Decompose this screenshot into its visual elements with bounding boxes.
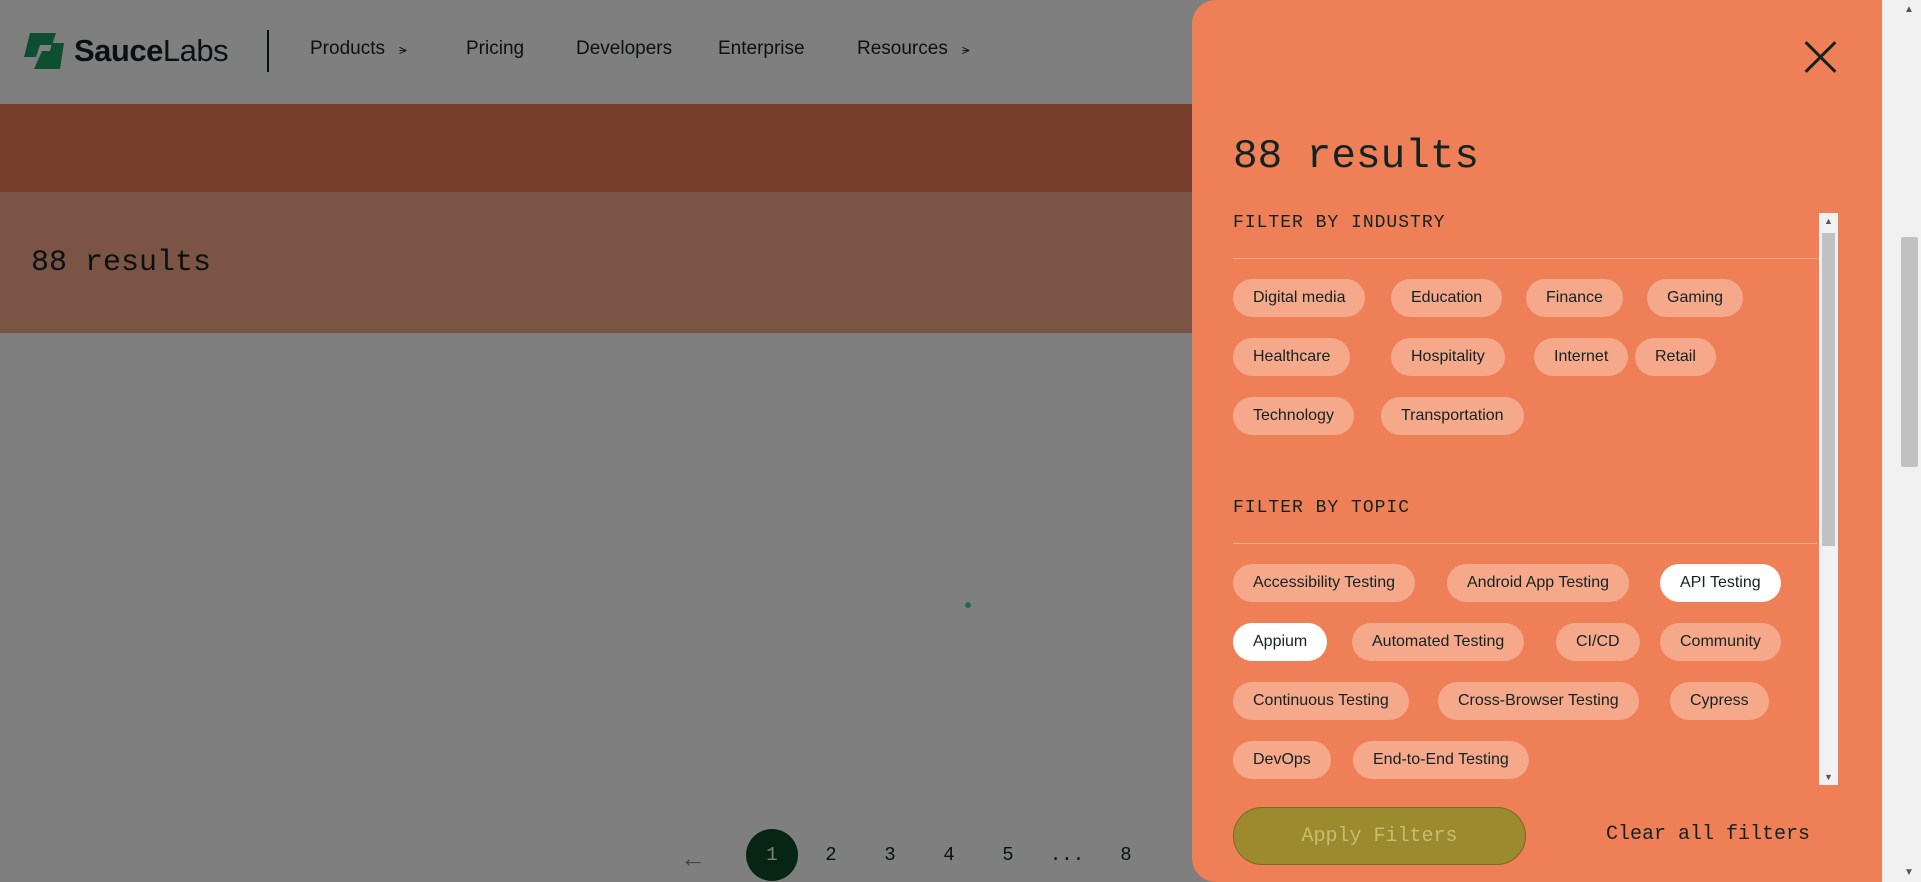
scroll-up-arrow-icon[interactable]: ▲ [1824,216,1833,226]
topic-filter-cross-browser-testing[interactable]: Cross-Browser Testing [1438,682,1639,720]
industry-filter-digital-media[interactable]: Digital media [1233,279,1366,317]
topic-filter-end-to-end-testing[interactable]: End-to-End Testing [1353,741,1529,779]
industry-filter-finance[interactable]: Finance [1526,279,1623,317]
topic-filter-accessibility-testing[interactable]: Accessibility Testing [1233,564,1415,602]
close-icon[interactable] [1804,40,1838,74]
scroll-up-arrow-icon[interactable]: ▲ [1904,4,1914,15]
topic-divider [1233,543,1817,544]
topic-filter-devops[interactable]: DevOps [1233,741,1331,779]
apply-filters-button[interactable]: Apply Filters [1233,807,1526,865]
page-scrollbar[interactable]: ▲ ▼ [1882,0,1921,882]
industry-filter-gaming[interactable]: Gaming [1647,279,1744,317]
topic-filter-appium[interactable]: Appium [1233,623,1328,661]
industry-filter-healthcare[interactable]: Healthcare [1233,338,1351,376]
topic-section-title: FILTER BY TOPIC [1233,498,1411,518]
scroll-down-arrow-icon[interactable]: ▼ [1824,772,1833,782]
industry-filter-retail[interactable]: Retail [1635,338,1716,376]
scroll-down-arrow-icon[interactable]: ▼ [1904,867,1914,878]
industry-section-title: FILTER BY INDUSTRY [1233,213,1446,233]
topic-filter-community[interactable]: Community [1660,623,1781,661]
filter-scrollbar[interactable]: ▲ ▼ [1819,213,1838,785]
topic-filter-api-testing[interactable]: API Testing [1660,564,1781,602]
industry-filter-transportation[interactable]: Transportation [1381,397,1524,435]
clear-all-filters-button[interactable]: Clear all filters [1606,823,1810,846]
drawer-results-title: 88 results [1233,134,1480,180]
topic-filter-android-app-testing[interactable]: Android App Testing [1447,564,1630,602]
industry-filter-technology[interactable]: Technology [1233,397,1354,435]
topic-filter-cypress[interactable]: Cypress [1670,682,1769,720]
topic-filter-automated-testing[interactable]: Automated Testing [1352,623,1525,661]
filter-scrollbar-thumb[interactable] [1822,233,1835,546]
filter-scroll-area[interactable]: FILTER BY INDUSTRY Digital media Educati… [1233,213,1818,785]
page-scrollbar-thumb[interactable] [1901,237,1918,467]
industry-divider [1233,258,1817,259]
industry-filter-hospitality[interactable]: Hospitality [1391,338,1505,376]
industry-filter-education[interactable]: Education [1391,279,1503,317]
topic-filter-continuous-testing[interactable]: Continuous Testing [1233,682,1409,720]
topic-filter-ci-cd[interactable]: CI/CD [1556,623,1640,661]
industry-filter-internet[interactable]: Internet [1534,338,1629,376]
